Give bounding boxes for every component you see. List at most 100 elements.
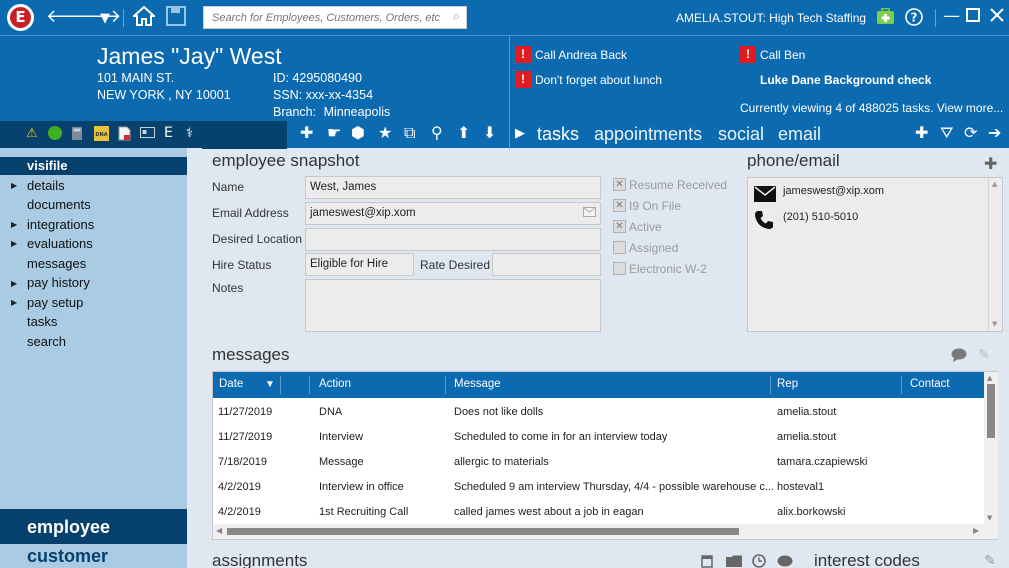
scroll-right-icon[interactable]: ▶ (973, 526, 979, 535)
notes-field[interactable] (305, 279, 601, 332)
scroll-left-icon[interactable]: ◀ (216, 526, 222, 535)
tab-social[interactable]: social (718, 124, 764, 145)
scroll-thumb[interactable] (227, 528, 739, 535)
arrow-up-icon[interactable]: ⬆ (457, 123, 470, 142)
medical-icon[interactable]: ⚕ (186, 126, 193, 141)
search-input[interactable] (204, 7, 440, 28)
star-icon[interactable]: ★ (378, 123, 392, 142)
scroll-up-icon[interactable]: ▲ (992, 180, 997, 188)
sidebar-item-integrations[interactable]: integrations (27, 217, 94, 232)
filter-icon[interactable]: ⛛ (940, 123, 953, 143)
sidebar-item-search[interactable]: search (27, 334, 66, 349)
e-verify-icon[interactable]: E (164, 125, 173, 141)
sort-descending-icon[interactable]: ▼ (265, 379, 275, 390)
scroll-thumb[interactable] (987, 384, 995, 438)
email-field[interactable]: jameswest@xip.xom (305, 202, 601, 225)
task-item[interactable]: Don't forget about lunch (535, 73, 662, 87)
id-card-icon[interactable] (140, 126, 155, 143)
column-header-date[interactable]: Date (219, 378, 243, 390)
help-icon[interactable]: ? (905, 8, 923, 32)
active-checkbox[interactable]: ✕ (613, 220, 626, 233)
tab-appointments[interactable]: appointments (594, 124, 702, 145)
sidebar-item-documents[interactable]: documents (27, 197, 91, 212)
name-field[interactable]: West, James (305, 176, 601, 199)
caret-right-icon[interactable]: ▶ (11, 279, 17, 288)
sidebar-section-customer[interactable]: customer (27, 546, 108, 567)
column-header-message[interactable]: Message (454, 378, 501, 390)
desired-location-field[interactable] (305, 228, 601, 251)
column-header-rep[interactable]: Rep (777, 378, 798, 390)
sidebar-item-visifile[interactable]: visifile (27, 158, 67, 173)
resume-received-checkbox[interactable]: ✕ (613, 178, 626, 191)
tab-email[interactable]: email (778, 124, 821, 145)
app-logo[interactable]: E (7, 4, 34, 31)
caret-right-icon[interactable]: ▶ (11, 220, 17, 229)
contact-email[interactable]: jameswest@xip.xom (783, 185, 884, 197)
add-task-icon[interactable]: ✚ (915, 123, 928, 142)
comment-icon[interactable] (777, 555, 793, 568)
forward-arrow-icon[interactable]: 🡒 (73, 6, 121, 28)
user-info[interactable]: AMELIA.STOUT: High Tech Staffing (676, 11, 866, 25)
sidebar-item-tasks[interactable]: tasks (27, 314, 57, 329)
task-item[interactable]: Luke Dane Background check (760, 73, 931, 87)
sidebar-item-messages[interactable]: messages (27, 256, 86, 271)
rate-desired-field[interactable] (492, 253, 601, 276)
external-link-icon[interactable]: ⧉ (404, 123, 415, 143)
folder-icon[interactable] (726, 555, 742, 568)
grid-horizontal-scrollbar[interactable]: ◀ ▶ (213, 524, 998, 539)
tab-tasks[interactable]: tasks (537, 124, 579, 145)
add-contact-icon[interactable]: ✚ (984, 154, 997, 173)
scroll-down-icon[interactable]: ▼ (992, 320, 997, 328)
task-item[interactable]: Call Ben (760, 48, 805, 62)
home-icon[interactable] (131, 5, 157, 32)
pointer-icon[interactable]: ☛ (327, 123, 341, 142)
next-arrow-icon[interactable]: ➔ (988, 123, 1001, 142)
column-header-action[interactable]: Action (319, 378, 351, 390)
panel-scrollbar[interactable]: ▲ ▼ (988, 178, 1002, 331)
scroll-down-icon[interactable]: ▼ (987, 514, 992, 522)
save-icon[interactable] (166, 6, 186, 32)
status-green-icon[interactable] (47, 125, 63, 145)
scroll-up-icon[interactable]: ▲ (987, 374, 992, 382)
caret-right-icon[interactable]: ▶ (11, 298, 17, 307)
sidebar-item-pay-history[interactable]: pay history (27, 275, 90, 290)
calendar-icon[interactable] (701, 554, 713, 568)
caret-right-icon[interactable]: ▶ (11, 181, 17, 190)
arrow-down-icon[interactable]: ⬇ (483, 123, 496, 142)
calculator-icon[interactable] (71, 126, 83, 145)
document-icon[interactable] (118, 126, 131, 145)
maximize-icon[interactable] (966, 7, 980, 27)
contact-phone[interactable]: (201) 510-5010 (783, 211, 858, 223)
global-search[interactable]: ⌕ (203, 6, 467, 29)
assigned-checkbox[interactable] (613, 241, 626, 254)
sidebar-section-employee[interactable]: employee (27, 517, 110, 538)
puzzle-icon[interactable]: ⬢ (351, 123, 365, 142)
caret-right-icon[interactable]: ▶ (11, 239, 17, 248)
grid-vertical-scrollbar[interactable]: ▲ ▼ (984, 372, 998, 524)
dropdown-caret-icon[interactable]: ▼ (100, 8, 110, 30)
minimize-icon[interactable]: — (943, 6, 960, 26)
sidebar-item-details[interactable]: details (27, 178, 65, 193)
edit-pencil-icon[interactable]: ✎ (984, 553, 996, 568)
add-icon[interactable]: ✚ (300, 123, 313, 142)
dna-icon[interactable]: DNA (94, 126, 109, 145)
clock-icon[interactable] (752, 554, 766, 568)
edit-pencil-icon[interactable]: ✎ (978, 347, 990, 363)
magnify-icon[interactable]: ⚲ (431, 123, 443, 142)
electronic-w2-checkbox[interactable] (613, 262, 626, 275)
i9-on-file-checkbox[interactable]: ✕ (613, 199, 626, 212)
hire-status-field[interactable]: Eligible for Hire (305, 253, 414, 276)
column-header-contact[interactable]: Contact (910, 378, 950, 390)
envelope-icon[interactable] (583, 207, 596, 220)
play-icon[interactable]: ▶ (515, 126, 525, 141)
sidebar-item-pay-setup[interactable]: pay setup (27, 295, 83, 310)
view-more-tasks-link[interactable]: Currently viewing 4 of 488025 tasks. Vie… (740, 101, 1003, 115)
sidebar-item-evaluations[interactable]: evaluations (27, 236, 93, 251)
close-icon[interactable] (990, 7, 1004, 27)
refresh-icon[interactable]: ⟳ (964, 123, 977, 142)
comment-icon[interactable] (951, 348, 967, 365)
search-icon[interactable]: ⌕ (453, 9, 460, 24)
first-aid-kit-icon[interactable] (876, 7, 895, 31)
task-item[interactable]: Call Andrea Back (535, 48, 627, 62)
warning-icon[interactable]: ⚠ (26, 126, 38, 141)
